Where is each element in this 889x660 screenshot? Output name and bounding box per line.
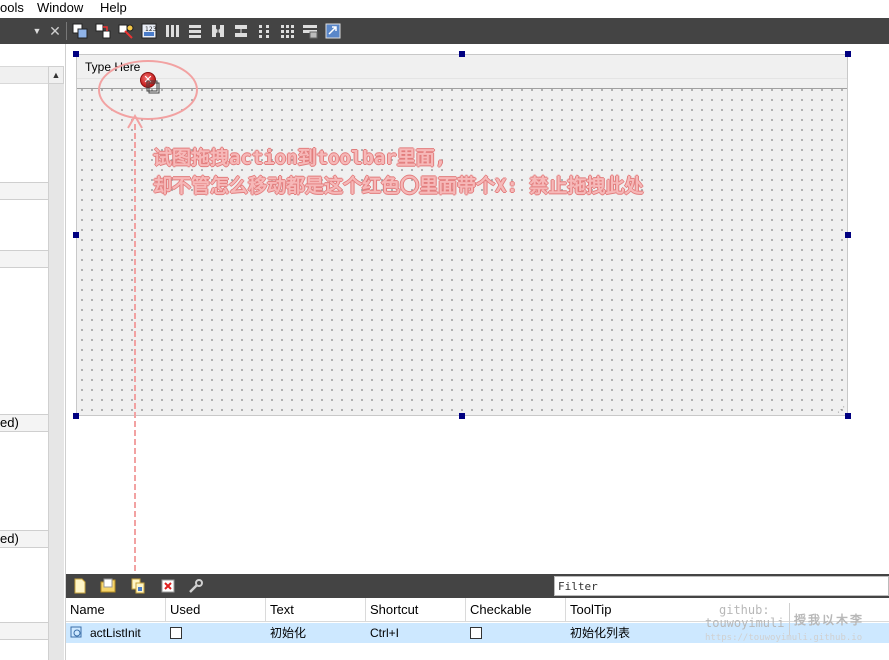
selection-handle[interactable]	[845, 413, 851, 419]
configure-wrench-icon[interactable]	[186, 577, 206, 595]
cell-used	[166, 623, 266, 643]
used-checkbox	[170, 626, 182, 639]
action-name: actListInit	[90, 626, 141, 640]
menubar: ools Window Help	[0, 0, 889, 18]
open-folder-icon[interactable]	[98, 577, 118, 595]
dock-header	[0, 66, 48, 84]
dock-section-property: ed)	[0, 530, 48, 548]
column-header-name[interactable]: Name	[66, 598, 166, 622]
dock-selector-combo[interactable]: ▼	[0, 21, 44, 41]
cell-text[interactable]: 初始化	[266, 623, 366, 643]
selection-handle[interactable]	[73, 51, 79, 57]
dock-section	[0, 250, 48, 268]
vertical-scrollbar[interactable]	[48, 84, 64, 660]
column-header-shortcut[interactable]: Shortcut	[366, 598, 466, 622]
cell-checkable[interactable]	[466, 623, 566, 643]
selection-handle[interactable]	[73, 232, 79, 238]
action-icon	[70, 626, 82, 638]
dock-section	[0, 622, 48, 640]
watermark-url: https://touwoyimuli.github.io	[705, 633, 863, 643]
column-header-checkable[interactable]: Checkable	[466, 598, 566, 622]
close-icon[interactable]: ✕	[46, 21, 64, 41]
main-window-form[interactable]: Type Here ⋰	[76, 54, 848, 416]
svg-text:123: 123	[145, 26, 157, 33]
layout-form-icon[interactable]	[254, 21, 274, 41]
break-layout-icon[interactable]	[300, 21, 320, 41]
filter-input[interactable]	[554, 576, 889, 596]
annotation-text-line1: 试图拖拽action到toolbar里面,	[153, 147, 447, 169]
layout-horizontal-icon[interactable]	[162, 21, 182, 41]
menu-window[interactable]: Window	[37, 0, 83, 18]
left-dock-panel: ▲ ed) ed)	[0, 44, 66, 660]
selection-handle[interactable]	[845, 232, 851, 238]
cell-name[interactable]: actListInit	[66, 623, 166, 643]
dock-section	[0, 182, 48, 200]
selection-handle[interactable]	[73, 413, 79, 419]
main-toolbar: ▼ ✕ 123	[0, 18, 889, 44]
selection-handle[interactable]	[459, 51, 465, 57]
selection-handle[interactable]	[845, 51, 851, 57]
cell-tooltip[interactable]: 初始化列表	[566, 623, 716, 643]
menu-tools[interactable]: ools	[0, 0, 24, 18]
copy-action-icon[interactable]	[128, 577, 148, 595]
delete-action-icon[interactable]	[158, 577, 178, 595]
scroll-up-icon[interactable]: ▲	[48, 66, 64, 84]
watermark-github: github:	[719, 603, 770, 617]
cell-shortcut[interactable]: Ctrl+I	[366, 623, 466, 643]
chevron-down-icon[interactable]: ▼	[30, 21, 44, 41]
checkable-checkbox[interactable]	[470, 626, 482, 639]
column-header-text[interactable]: Text	[266, 598, 366, 622]
form-editor-area: Type Here ⋰	[66, 44, 889, 574]
edit-buddies-icon[interactable]	[116, 21, 136, 41]
annotation-arrow	[127, 114, 143, 580]
watermark-divider	[789, 603, 790, 635]
watermark: github: touwoyimuli 授我以木李 https://touwoy…	[705, 601, 889, 647]
layout-horizontal-splitter-icon[interactable]	[208, 21, 228, 41]
selection-handle[interactable]	[459, 413, 465, 419]
edit-tab-order-icon[interactable]: 123	[139, 21, 159, 41]
action-editor-toolbar	[66, 574, 889, 598]
annotation-text-line2: 却不管怎么移动都是这个红色〇里面带个X: 禁止拖拽此处	[153, 175, 644, 197]
layout-grid-icon[interactable]	[277, 21, 297, 41]
column-header-used[interactable]: Used	[166, 598, 266, 622]
layout-vertical-splitter-icon[interactable]	[231, 21, 251, 41]
watermark-signature: 授我以木李	[794, 613, 865, 627]
edit-widgets-icon[interactable]	[70, 21, 90, 41]
new-action-icon[interactable]	[70, 577, 90, 595]
menu-help[interactable]: Help	[100, 0, 127, 18]
adjust-size-icon[interactable]	[323, 21, 343, 41]
dock-section-property: ed)	[0, 414, 48, 432]
watermark-username: touwoyimuli	[705, 616, 785, 630]
edit-signals-slots-icon[interactable]	[93, 21, 113, 41]
toolbar-separator	[66, 22, 67, 40]
layout-vertical-icon[interactable]	[185, 21, 205, 41]
